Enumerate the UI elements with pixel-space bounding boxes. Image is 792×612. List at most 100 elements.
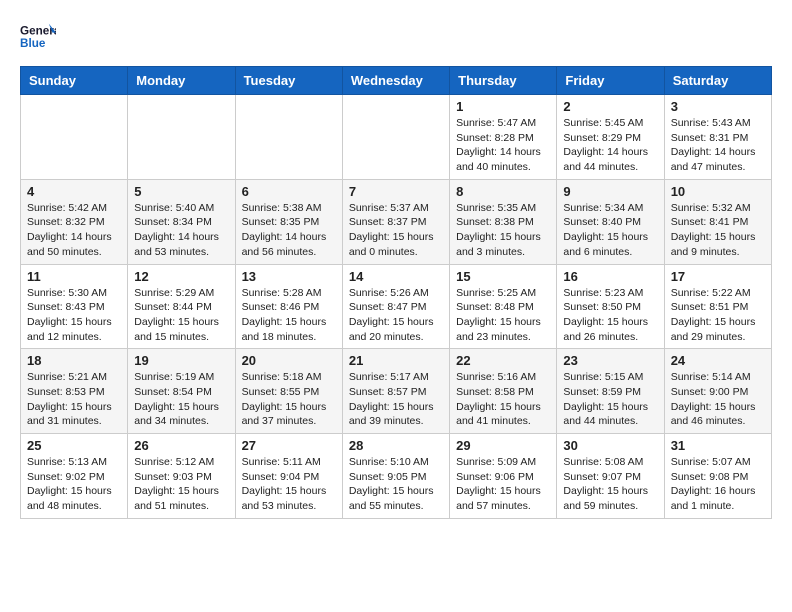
calendar-cell: 27Sunrise: 5:11 AM Sunset: 9:04 PM Dayli…	[235, 434, 342, 519]
calendar-cell	[235, 95, 342, 180]
calendar-cell: 31 Sunrise: 5:07 AM Sunset: 9:08 PM Dayli…	[664, 434, 771, 519]
day-info: Sunrise: 5:19 AM Sunset: 8:54 PM Dayligh…	[134, 370, 228, 429]
day-number: 2	[563, 99, 657, 114]
day-info: Sunrise: 5:26 AM Sunset: 8:47 PM Dayligh…	[349, 286, 443, 345]
calendar-cell: 3 Sunrise: 5:43 AM Sunset: 8:31 PM Daylig…	[664, 95, 771, 180]
calendar-cell: 13 Sunrise: 5:28 AM Sunset: 8:46 PM Dayli…	[235, 264, 342, 349]
calendar-cell: 12 Sunrise: 5:29 AM Sunset: 8:44 PM Dayli…	[128, 264, 235, 349]
calendar-cell: 21 Sunrise: 5:17 AM Sunset: 8:57 PM Dayli…	[342, 349, 449, 434]
day-number: 14	[349, 269, 443, 284]
day-number: 29	[456, 438, 550, 453]
day-number: 24	[671, 353, 765, 368]
calendar-cell: 11 Sunrise: 5:30 AM Sunset: 8:43 PM Dayli…	[21, 264, 128, 349]
day-info: Sunrise: 5:16 AM Sunset: 8:58 PM Dayligh…	[456, 370, 550, 429]
weekday-header-tuesday: Tuesday	[235, 67, 342, 95]
day-number: 26	[134, 438, 228, 453]
calendar-cell: 16 Sunrise: 5:23 AM Sunset: 8:50 PM Dayli…	[557, 264, 664, 349]
day-info: Sunrise: 5:28 AM Sunset: 8:46 PM Dayligh…	[242, 286, 336, 345]
week-row-2: 4Sunrise: 5:42 AM Sunset: 8:32 PM Daylig…	[21, 179, 772, 264]
day-info: Sunrise: 5:14 AM Sunset: 9:00 PM Dayligh…	[671, 370, 765, 429]
day-info: Sunrise: 5:47 AM Sunset: 8:28 PM Dayligh…	[456, 116, 550, 175]
day-number: 1	[456, 99, 550, 114]
calendar-cell: 26 Sunrise: 5:12 AM Sunset: 9:03 PM Dayli…	[128, 434, 235, 519]
calendar-cell: 10 Sunrise: 5:32 AM Sunset: 8:41 PM Dayli…	[664, 179, 771, 264]
day-info: Sunrise: 5:37 AM Sunset: 8:37 PM Dayligh…	[349, 201, 443, 260]
day-number: 9	[563, 184, 657, 199]
calendar-cell: 2 Sunrise: 5:45 AM Sunset: 8:29 PM Daylig…	[557, 95, 664, 180]
day-number: 25	[27, 438, 121, 453]
calendar-cell: 5Sunrise: 5:40 AM Sunset: 8:34 PM Daylig…	[128, 179, 235, 264]
calendar-cell: 25Sunrise: 5:13 AM Sunset: 9:02 PM Dayli…	[21, 434, 128, 519]
day-number: 23	[563, 353, 657, 368]
day-info: Sunrise: 5:18 AM Sunset: 8:55 PM Dayligh…	[242, 370, 336, 429]
day-number: 10	[671, 184, 765, 199]
day-info: Sunrise: 5:45 AM Sunset: 8:29 PM Dayligh…	[563, 116, 657, 175]
day-info: Sunrise: 5:23 AM Sunset: 8:50 PM Dayligh…	[563, 286, 657, 345]
day-info: Sunrise: 5:08 AM Sunset: 9:07 PM Dayligh…	[563, 455, 657, 514]
calendar-cell: 4Sunrise: 5:42 AM Sunset: 8:32 PM Daylig…	[21, 179, 128, 264]
calendar-cell: 20 Sunrise: 5:18 AM Sunset: 8:55 PM Dayli…	[235, 349, 342, 434]
calendar-cell: 24 Sunrise: 5:14 AM Sunset: 9:00 PM Dayli…	[664, 349, 771, 434]
day-info: Sunrise: 5:38 AM Sunset: 8:35 PM Dayligh…	[242, 201, 336, 260]
day-info: Sunrise: 5:42 AM Sunset: 8:32 PM Dayligh…	[27, 201, 121, 260]
day-number: 31	[671, 438, 765, 453]
day-number: 28	[349, 438, 443, 453]
day-number: 20	[242, 353, 336, 368]
calendar-cell: 8Sunrise: 5:35 AM Sunset: 8:38 PM Daylig…	[450, 179, 557, 264]
day-number: 3	[671, 99, 765, 114]
day-info: Sunrise: 5:12 AM Sunset: 9:03 PM Dayligh…	[134, 455, 228, 514]
calendar-cell: 1 Sunrise: 5:47 AM Sunset: 8:28 PM Daylig…	[450, 95, 557, 180]
day-info: Sunrise: 5:22 AM Sunset: 8:51 PM Dayligh…	[671, 286, 765, 345]
calendar-cell: 6 Sunrise: 5:38 AM Sunset: 8:35 PM Daylig…	[235, 179, 342, 264]
calendar-cell: 22Sunrise: 5:16 AM Sunset: 8:58 PM Dayli…	[450, 349, 557, 434]
day-info: Sunrise: 5:30 AM Sunset: 8:43 PM Dayligh…	[27, 286, 121, 345]
day-info: Sunrise: 5:29 AM Sunset: 8:44 PM Dayligh…	[134, 286, 228, 345]
calendar-cell: 17 Sunrise: 5:22 AM Sunset: 8:51 PM Dayli…	[664, 264, 771, 349]
day-info: Sunrise: 5:15 AM Sunset: 8:59 PM Dayligh…	[563, 370, 657, 429]
day-info: Sunrise: 5:10 AM Sunset: 9:05 PM Dayligh…	[349, 455, 443, 514]
day-number: 13	[242, 269, 336, 284]
calendar-cell: 23 Sunrise: 5:15 AM Sunset: 8:59 PM Dayli…	[557, 349, 664, 434]
calendar-cell: 28 Sunrise: 5:10 AM Sunset: 9:05 PM Dayli…	[342, 434, 449, 519]
day-info: Sunrise: 5:40 AM Sunset: 8:34 PM Dayligh…	[134, 201, 228, 260]
day-number: 17	[671, 269, 765, 284]
calendar-cell: 18 Sunrise: 5:21 AM Sunset: 8:53 PM Dayli…	[21, 349, 128, 434]
calendar-table: SundayMondayTuesdayWednesdayThursdayFrid…	[20, 66, 772, 519]
week-row-5: 25Sunrise: 5:13 AM Sunset: 9:02 PM Dayli…	[21, 434, 772, 519]
day-number: 30	[563, 438, 657, 453]
week-row-4: 18 Sunrise: 5:21 AM Sunset: 8:53 PM Dayli…	[21, 349, 772, 434]
day-info: Sunrise: 5:21 AM Sunset: 8:53 PM Dayligh…	[27, 370, 121, 429]
weekday-header-saturday: Saturday	[664, 67, 771, 95]
day-number: 11	[27, 269, 121, 284]
day-info: Sunrise: 5:25 AM Sunset: 8:48 PM Dayligh…	[456, 286, 550, 345]
day-info: Sunrise: 5:34 AM Sunset: 8:40 PM Dayligh…	[563, 201, 657, 260]
day-info: Sunrise: 5:07 AM Sunset: 9:08 PM Dayligh…	[671, 455, 765, 514]
day-number: 19	[134, 353, 228, 368]
day-info: Sunrise: 5:35 AM Sunset: 8:38 PM Dayligh…	[456, 201, 550, 260]
calendar-cell	[21, 95, 128, 180]
day-info: Sunrise: 5:09 AM Sunset: 9:06 PM Dayligh…	[456, 455, 550, 514]
day-number: 6	[242, 184, 336, 199]
weekday-header-wednesday: Wednesday	[342, 67, 449, 95]
weekday-header-monday: Monday	[128, 67, 235, 95]
day-number: 18	[27, 353, 121, 368]
weekday-header-friday: Friday	[557, 67, 664, 95]
page-header: General Blue	[20, 20, 772, 56]
weekday-header-row: SundayMondayTuesdayWednesdayThursdayFrid…	[21, 67, 772, 95]
day-number: 16	[563, 269, 657, 284]
calendar-cell: 29 Sunrise: 5:09 AM Sunset: 9:06 PM Dayli…	[450, 434, 557, 519]
calendar-cell: 9 Sunrise: 5:34 AM Sunset: 8:40 PM Daylig…	[557, 179, 664, 264]
week-row-1: 1 Sunrise: 5:47 AM Sunset: 8:28 PM Daylig…	[21, 95, 772, 180]
day-info: Sunrise: 5:17 AM Sunset: 8:57 PM Dayligh…	[349, 370, 443, 429]
day-info: Sunrise: 5:43 AM Sunset: 8:31 PM Dayligh…	[671, 116, 765, 175]
calendar-cell	[342, 95, 449, 180]
calendar-cell	[128, 95, 235, 180]
calendar-cell: 30 Sunrise: 5:08 AM Sunset: 9:07 PM Dayli…	[557, 434, 664, 519]
logo-icon: General Blue	[20, 20, 56, 56]
weekday-header-sunday: Sunday	[21, 67, 128, 95]
calendar-cell: 7Sunrise: 5:37 AM Sunset: 8:37 PM Daylig…	[342, 179, 449, 264]
day-number: 21	[349, 353, 443, 368]
day-info: Sunrise: 5:32 AM Sunset: 8:41 PM Dayligh…	[671, 201, 765, 260]
calendar-cell: 15Sunrise: 5:25 AM Sunset: 8:48 PM Dayli…	[450, 264, 557, 349]
day-number: 12	[134, 269, 228, 284]
